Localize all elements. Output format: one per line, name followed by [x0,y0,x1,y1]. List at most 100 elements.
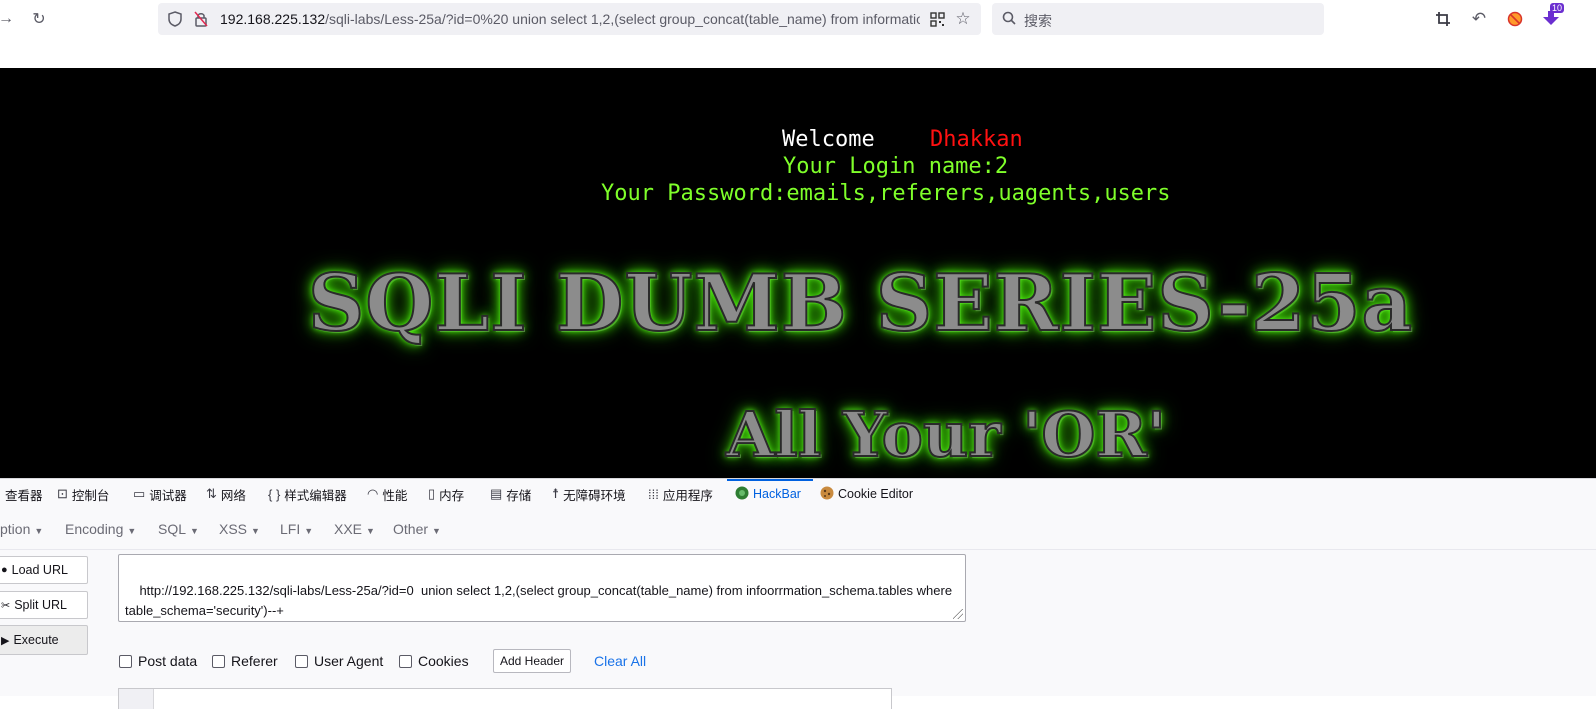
menu-label: LFI [280,521,301,537]
menu-lfi[interactable]: LFI ▼ [280,521,313,537]
checkbox-box[interactable] [119,654,132,668]
checkbox-box[interactable] [399,654,412,668]
forward-icon[interactable]: → [0,7,18,31]
password-text: Your Password:emails,referers,uagents,us… [601,181,1171,206]
url-textarea-value: http://192.168.225.132/sqli-labs/Less-25… [125,583,956,618]
button-label: Split URL [14,598,68,612]
execute-button[interactable]: ▶ Execute [0,625,88,655]
checkbox-label: Cookies [418,653,469,669]
checkbox-label: Referer [231,653,278,669]
search-icon [1002,11,1016,28]
editor-gutter [119,689,154,709]
tab-label: 样式编辑器 [284,488,347,503]
performance-icon: ◠ [367,486,379,501]
console-icon: ⊡ [57,486,68,501]
menu-other[interactable]: Other ▼ [393,521,441,537]
tab-memory[interactable]: ▯ 内存 [428,485,464,503]
add-header-button[interactable]: Add Header [493,649,571,673]
extension-icon[interactable]: 10 [1539,3,1565,31]
tab-label: 内存 [439,488,465,503]
tab-accessibility[interactable]: ☨ 无障碍环境 [552,485,626,503]
load-icon: ● [1,564,8,576]
menu-xxe[interactable]: XXE ▼ [334,521,375,537]
split-icon: ✂ [1,599,11,612]
tab-hackbar[interactable]: HackBar [735,485,801,503]
tab-label: 控制台 [71,488,110,503]
cookies-checkbox[interactable]: Cookies [399,653,469,669]
block-addon-icon[interactable] [1503,7,1527,31]
hackbar-panel: ● Load URL ✂ Split URL ▶ Execute http://192… [0,550,1596,709]
shield-icon[interactable] [166,10,184,28]
tab-debugger[interactable]: ▭ 调试器 [133,485,187,503]
tab-label: Cookie Editor [838,487,914,501]
url-text[interactable]: 192.168.225.132/sqli-labs/Less-25a/?id=0… [220,11,920,27]
url-textarea[interactable]: http://192.168.225.132/sqli-labs/Less-25… [118,554,966,622]
checkbox-box[interactable] [295,654,308,668]
url-host: 192.168.225.132 [220,11,326,27]
address-bar[interactable]: 192.168.225.132/sqli-labs/Less-25a/?id=0… [158,3,981,35]
referer-checkbox[interactable]: Referer [212,653,278,669]
tab-label: 无障碍环境 [563,488,626,503]
menu-encoding[interactable]: Encoding ▼ [65,521,136,537]
welcome-text: Welcome [782,127,875,152]
debugger-icon: ▭ [133,486,146,501]
tab-style-editor[interactable]: { } 样式编辑器 [268,485,347,503]
caret-down-icon: ▼ [432,526,441,536]
insecure-lock-icon[interactable] [192,10,210,28]
checkbox-label: Post data [138,653,198,669]
tab-cookie-editor[interactable]: Cookie Editor [820,485,913,503]
banner-title: SQLI DUMB SERIES-25a [307,257,1414,350]
load-url-button[interactable]: ● Load URL [0,556,88,584]
menu-label: XSS [219,521,248,537]
split-url-button[interactable]: ✂ Split URL [0,591,88,619]
user-name: Dhakkan [930,127,1023,152]
clear-all-link[interactable]: Clear All [594,653,646,669]
crop-screenshot-icon[interactable] [1431,7,1455,31]
tab-console[interactable]: ⊡ 控制台 [57,485,109,503]
search-bar[interactable]: 搜索 [992,3,1324,35]
tab-label: 应用程序 [662,488,713,503]
undo-icon[interactable]: ↶ [1467,7,1491,31]
header-editor[interactable] [118,688,892,709]
caret-down-icon: ▼ [304,526,314,536]
menu-label: Other [393,521,429,537]
user-agent-checkbox[interactable]: User Agent [295,653,383,669]
button-label: Execute [13,633,59,647]
qr-code-icon[interactable] [928,10,946,28]
post-data-checkbox[interactable]: Post data [119,653,197,669]
accessibility-icon: ☨ [552,486,560,501]
menu-sql[interactable]: SQL ▼ [158,521,199,537]
tab-label: 调试器 [149,488,187,503]
login-name-text: Your Login name:2 [783,154,1009,179]
url-path: /sqli-labs/Less-25a/?id=0%20 union selec… [325,11,920,27]
cookie-icon [820,486,834,503]
browser-toolbar: → ↻ 192.168.225.132/sqli-labs/Less-25a/?… [0,0,1596,38]
menu-encryption[interactable]: ption ▼ [0,521,43,537]
button-label: Load URL [11,563,68,577]
application-icon: ⁞⁞⁞ [648,486,659,502]
style-editor-icon: { } [268,486,281,502]
menu-xss[interactable]: XSS ▼ [219,521,260,537]
active-tab-indicator [727,479,813,481]
banner-subtitle: All Your 'OR' [725,397,1167,472]
resize-handle[interactable] [953,609,963,619]
checkbox-box[interactable] [212,654,225,668]
caret-down-icon: ▼ [190,526,199,536]
tab-label: 存储 [506,488,532,503]
reload-icon[interactable]: ↻ [27,7,51,31]
web-page: Welcome Dhakkan Your Login name:2 Your P… [0,68,1596,478]
menu-label: Encoding [65,521,124,537]
menu-label: ption [0,521,31,537]
tab-label: 性能 [382,488,408,503]
tab-application[interactable]: ⁞⁞⁞ 应用程序 [648,485,713,503]
caret-down-icon: ▼ [127,526,137,536]
tab-storage[interactable]: ▤ 存储 [490,485,531,503]
tab-inspector[interactable]: 查看器 [5,485,43,503]
tab-network[interactable]: ⇅ 网络 [206,485,246,503]
tab-performance[interactable]: ◠ 性能 [367,485,407,503]
tab-label: 网络 [220,488,246,503]
bookmark-star-icon[interactable]: ☆ [954,9,972,28]
devtools-tab-bar: 查看器 ⊡ 控制台 ▭ 调试器 ⇅ 网络 { } 样式编辑器 ◠ 性能 ▯ 内存 ▤ 存储 ☨… [0,478,1596,510]
caret-down-icon: ▼ [34,526,44,536]
tab-label: HackBar [753,487,801,501]
